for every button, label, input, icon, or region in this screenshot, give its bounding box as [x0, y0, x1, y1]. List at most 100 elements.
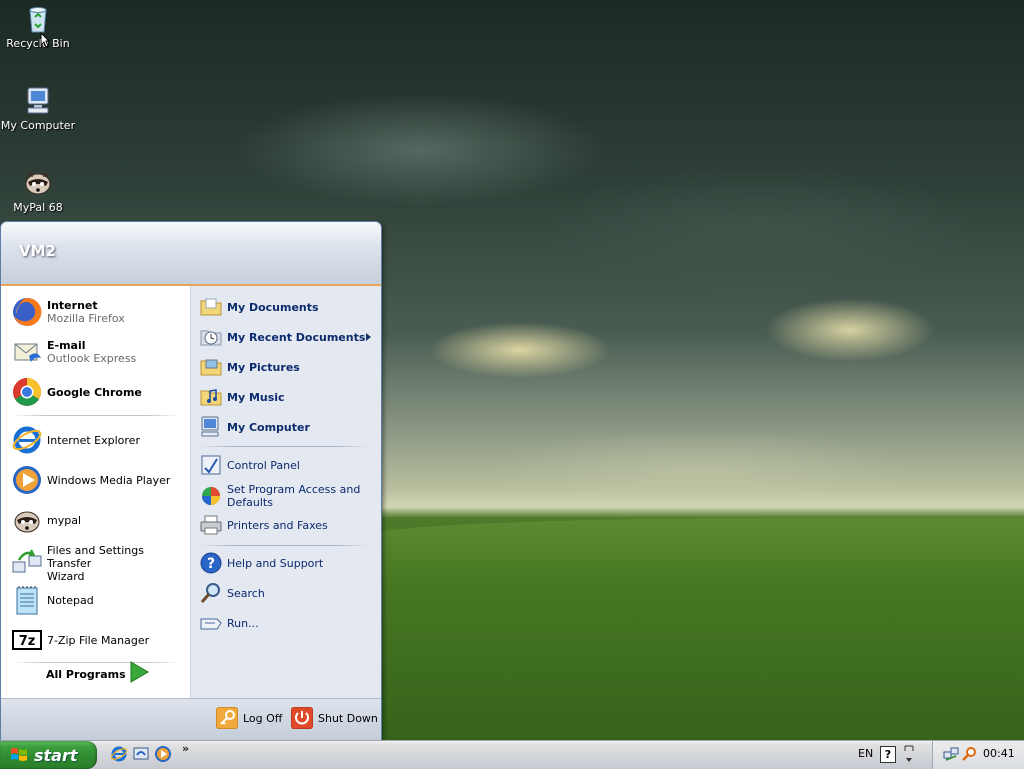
7zip-icon: 7z [12, 630, 42, 650]
svg-text:?: ? [207, 556, 215, 572]
shut-down-button[interactable]: Shut Down [291, 707, 378, 729]
start-menu-body: Internet Mozilla Firefox E-mail Outlook … [1, 286, 381, 698]
transfer-wizard-icon [12, 548, 42, 572]
pinned-item-chrome[interactable]: Google Chrome [11, 376, 186, 408]
recent-item-files-settings-transfer[interactable]: Files and Settings Transfer Wizard [11, 544, 186, 583]
desktop-icon-mypal[interactable]: MyPal 68 [0, 166, 76, 214]
key-icon [216, 707, 238, 729]
shut-down-label: Shut Down [318, 711, 378, 725]
place-label: My Pictures [227, 360, 300, 374]
place-label: My Computer [227, 420, 310, 434]
recent-item-7zip[interactable]: 7z 7-Zip File Manager [11, 624, 186, 656]
help-icon: ? [200, 552, 222, 574]
all-programs-arrow-icon[interactable] [129, 661, 149, 683]
start-button[interactable]: start [0, 741, 97, 769]
tool-label: Run... [227, 616, 259, 630]
folder-music-icon [200, 389, 222, 406]
tool-label: Search [227, 586, 265, 600]
start-label: start [34, 745, 78, 765]
recent-item-label: Files and Settings Transfer [47, 544, 144, 570]
network-icon[interactable] [943, 746, 959, 762]
recent-item-label-line2: Wizard [47, 570, 85, 583]
log-off-button[interactable]: Log Off [216, 707, 282, 729]
desktop-icon-my-computer[interactable]: My Computer [0, 84, 76, 132]
tool-search[interactable]: Search [199, 581, 377, 605]
folder-documents-icon [200, 298, 222, 316]
submenu-arrow-icon [366, 333, 371, 341]
start-menu-header: VM2 [1, 222, 381, 286]
language-options-icon[interactable] [903, 743, 915, 765]
desktop-icon-recycle-bin[interactable]: Recycle Bin [0, 2, 76, 50]
pinned-item-label: Google Chrome [47, 385, 142, 399]
log-off-label: Log Off [243, 711, 283, 725]
system-tray: 00:41 [932, 741, 1024, 769]
windows-flag-icon [11, 748, 27, 761]
quicklaunch-desktop-icon[interactable] [132, 745, 150, 763]
quicklaunch-ie-icon[interactable] [110, 745, 128, 763]
my-computer-icon [27, 87, 49, 114]
mypal-raccoon-icon [14, 511, 40, 533]
internet-explorer-icon [12, 426, 42, 454]
clock[interactable]: 00:41 [983, 747, 1015, 760]
recycle-bin-icon [29, 7, 47, 33]
chrome-icon [13, 378, 41, 406]
quicklaunch-media-player-icon[interactable] [154, 745, 172, 763]
search-icon [200, 583, 220, 603]
recent-item-notepad[interactable]: Notepad [11, 584, 186, 616]
program-access-icon [202, 487, 220, 505]
mouse-cursor-icon [40, 32, 50, 48]
quicklaunch-more-button[interactable]: » [182, 742, 189, 755]
power-icon [291, 707, 313, 729]
printer-icon [200, 515, 222, 535]
place-label: My Documents [227, 300, 319, 314]
tool-help-support[interactable]: ? Help and Support [199, 551, 377, 575]
place-label: My Music [227, 390, 285, 404]
setting-control-panel[interactable]: Control Panel [199, 453, 377, 477]
menu-separator [11, 415, 181, 416]
folder-pictures-icon [200, 359, 222, 376]
pinned-item-label: E-mail [47, 339, 86, 352]
recent-item-label: Notepad [47, 593, 94, 607]
tool-label: Help and Support [227, 556, 324, 570]
all-programs-button[interactable]: All Programs [46, 668, 126, 681]
place-my-pictures[interactable]: My Pictures [199, 355, 377, 379]
control-panel-icon [201, 455, 221, 475]
recent-item-windows-media-player[interactable]: Windows Media Player [11, 464, 186, 496]
svg-text:7z: 7z [19, 634, 36, 649]
taskbar: start » EN ? 00:41 [0, 740, 1024, 769]
place-my-music[interactable]: My Music [199, 385, 377, 409]
user-name: VM2 [19, 242, 56, 260]
setting-label: Printers and Faxes [227, 518, 328, 532]
language-help-button[interactable]: ? [880, 746, 896, 763]
run-icon [200, 618, 222, 630]
recent-item-label: Windows Media Player [47, 473, 171, 487]
menu-separator [199, 446, 369, 447]
pinned-item-sublabel: Outlook Express [47, 352, 137, 365]
start-menu-places: My Documents My Recent Documents My Pict… [190, 286, 381, 698]
setting-label: Set Program Access and [227, 483, 361, 496]
recent-item-label: mypal [47, 513, 82, 527]
setting-printers-faxes[interactable]: Printers and Faxes [199, 513, 377, 537]
pinned-item-label: Internet [47, 299, 98, 312]
desktop-icon-label: My Computer [0, 119, 76, 132]
place-my-computer[interactable]: My Computer [199, 415, 377, 439]
setting-label-line2: Defaults [227, 496, 273, 509]
pinned-item-email[interactable]: E-mail Outlook Express [11, 336, 186, 368]
desktop-icon-label: Recycle Bin [6, 37, 70, 50]
setting-program-access[interactable]: Set Program Access and Defaults [199, 483, 377, 509]
language-indicator[interactable]: EN [858, 747, 873, 760]
place-my-documents[interactable]: My Documents [199, 295, 377, 319]
menu-separator [199, 545, 369, 546]
search-tray-icon[interactable] [961, 746, 977, 762]
place-my-recent-documents[interactable]: My Recent Documents [199, 325, 377, 349]
start-menu: VM2 Internet Mozilla Firefox E-mail Outl… [0, 221, 382, 741]
tool-run[interactable]: Run... [199, 611, 377, 635]
recent-item-mypal[interactable]: mypal [11, 504, 186, 536]
recent-item-label: Internet Explorer [47, 433, 140, 447]
recent-item-internet-explorer[interactable]: Internet Explorer [11, 424, 186, 456]
pinned-item-internet[interactable]: Internet Mozilla Firefox [11, 296, 186, 328]
media-player-icon [13, 466, 41, 494]
recent-documents-icon [200, 330, 222, 346]
mypal-raccoon-icon [25, 171, 51, 195]
menu-separator [11, 662, 181, 663]
